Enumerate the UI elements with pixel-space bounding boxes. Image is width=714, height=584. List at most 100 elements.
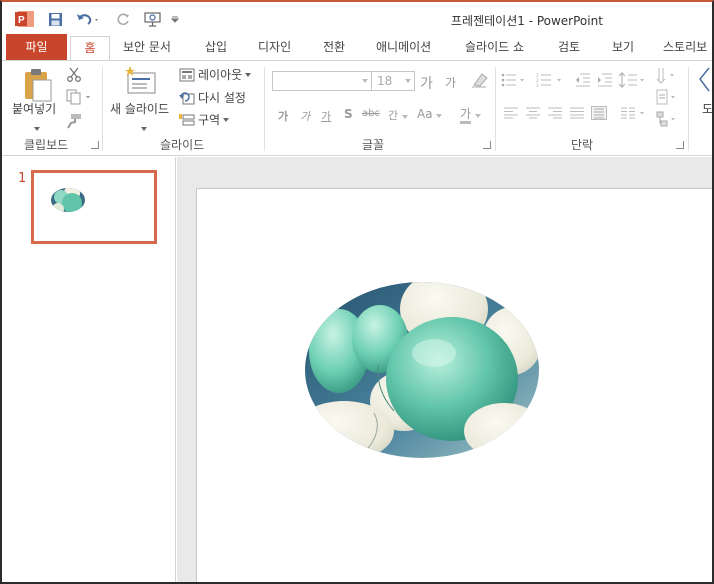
shapes-icon[interactable] xyxy=(697,67,713,93)
shrink-font-button[interactable]: 가 xyxy=(445,74,456,91)
tab-transitions[interactable]: 전환 xyxy=(323,36,345,60)
tab-file[interactable]: 파일 xyxy=(6,34,67,60)
align-text-icon[interactable] xyxy=(656,89,678,107)
change-case-label: Aa xyxy=(417,107,433,121)
font-dialog-launcher-icon[interactable] xyxy=(483,141,491,149)
paragraph-group-label: 단락 xyxy=(571,138,594,152)
reset-icon xyxy=(179,91,195,104)
ribbon: 붙여넣기 클립보드 새 슬라이드 레이아웃 다시 설정 구역 슬라이드 18 가… xyxy=(2,60,712,156)
powerpoint-window: P 프레젠테이션1 - PowerPoint 파일 홈 보안 문서 삽입 디자인… xyxy=(0,0,714,584)
tab-review[interactable]: 검토 xyxy=(558,36,580,60)
text-shadow-button[interactable]: S xyxy=(344,107,353,121)
justify-icon[interactable] xyxy=(569,107,585,119)
line-spacing-icon[interactable] xyxy=(619,72,647,88)
new-slide-button[interactable]: 새 슬라이드 xyxy=(110,100,169,117)
cut-icon[interactable] xyxy=(66,66,82,85)
tab-view[interactable]: 보기 xyxy=(612,36,634,60)
character-spacing-label: 간 xyxy=(388,109,399,122)
thumbnail-balloon-picture xyxy=(51,188,85,212)
slide-thumbnail[interactable] xyxy=(31,170,157,244)
powerpoint-logo-icon[interactable]: P xyxy=(15,10,35,28)
paragraph-dialog-launcher-icon[interactable] xyxy=(676,141,684,149)
numbering-icon[interactable]: 1 2 3 xyxy=(536,73,564,87)
customize-icon[interactable] xyxy=(168,10,182,28)
svg-text:P: P xyxy=(18,15,25,26)
layout-label: 레이아웃 xyxy=(198,68,243,82)
layout-icon xyxy=(179,68,195,81)
text-direction-icon[interactable] xyxy=(656,67,678,85)
increase-indent-icon[interactable] xyxy=(597,73,613,87)
save-icon[interactable] xyxy=(45,10,65,28)
slide-thumbnails-pane: 1 xyxy=(2,157,176,582)
svg-text:3: 3 xyxy=(536,83,539,87)
section-button[interactable]: 구역 xyxy=(179,111,230,128)
group-divider xyxy=(264,67,265,151)
format-painter-icon[interactable] xyxy=(66,113,82,132)
new-slide-dropdown-icon[interactable] xyxy=(141,120,147,134)
slideshow-icon[interactable] xyxy=(142,10,164,28)
clipboard-group-label: 클립보드 xyxy=(24,138,69,152)
bullets-icon[interactable] xyxy=(501,73,527,87)
underline-button[interactable]: 가 xyxy=(321,108,331,124)
convert-to-smartart-icon[interactable] xyxy=(656,111,678,129)
align-center-icon[interactable] xyxy=(525,107,541,119)
tab-home[interactable]: 홈 xyxy=(70,36,110,61)
title-bar: P 프레젠테이션1 - PowerPoint xyxy=(2,2,712,34)
section-label: 구역 xyxy=(198,113,221,127)
align-left-icon[interactable] xyxy=(503,107,519,119)
clear-formatting-icon[interactable] xyxy=(470,71,490,92)
tab-slide-show[interactable]: 슬라이드 쇼 xyxy=(465,36,524,60)
distributed-icon[interactable] xyxy=(591,106,607,120)
group-divider xyxy=(688,67,689,151)
tab-animations[interactable]: 애니메이션 xyxy=(376,36,431,60)
slide-editing-area xyxy=(177,157,712,582)
paste-icon[interactable] xyxy=(21,67,55,103)
group-divider xyxy=(102,67,103,151)
tab-design[interactable]: 디자인 xyxy=(258,36,291,60)
tab-storyboard[interactable]: 스토리보 xyxy=(663,36,707,60)
clipboard-dialog-launcher-icon[interactable] xyxy=(91,141,99,149)
font-name-dropdown-icon xyxy=(362,79,368,83)
new-slide-icon[interactable] xyxy=(124,66,158,99)
font-group-label: 글꼴 xyxy=(362,138,385,152)
change-case-button[interactable]: Aa xyxy=(417,107,443,121)
layout-button[interactable]: 레이아웃 xyxy=(179,66,252,83)
font-color-dropdown-icon xyxy=(474,114,481,118)
font-size-combo[interactable]: 18 xyxy=(371,71,415,91)
layout-dropdown-icon xyxy=(245,72,252,77)
character-spacing-dropdown-icon xyxy=(401,115,408,119)
section-dropdown-icon xyxy=(223,117,230,122)
strikethrough-button[interactable]: abc xyxy=(362,108,380,119)
font-size-value: 18 xyxy=(377,74,393,88)
paste-button[interactable]: 붙여넣기 xyxy=(12,100,56,117)
font-color-button[interactable]: 가 xyxy=(460,105,481,124)
copy-icon[interactable] xyxy=(66,89,92,108)
align-right-icon[interactable] xyxy=(547,107,563,119)
columns-icon[interactable] xyxy=(620,107,648,119)
ribbon-tabs: 파일 홈 보안 문서 삽입 디자인 전환 애니메이션 슬라이드 쇼 검토 보기 … xyxy=(2,34,712,61)
change-case-dropdown-icon xyxy=(436,114,443,118)
redo-icon[interactable] xyxy=(113,10,133,28)
undo-icon[interactable] xyxy=(74,10,102,28)
drawing-button[interactable]: 도 xyxy=(702,100,712,117)
font-size-dropdown-icon xyxy=(405,79,411,83)
decrease-indent-icon[interactable] xyxy=(575,73,591,87)
slides-group-label: 슬라이드 xyxy=(160,138,205,152)
tab-insert[interactable]: 삽입 xyxy=(205,36,227,60)
section-icon xyxy=(179,113,195,125)
grow-font-button[interactable]: 가 xyxy=(420,73,433,93)
reset-button[interactable]: 다시 설정 xyxy=(179,89,246,106)
italic-button[interactable]: 가 xyxy=(300,108,310,124)
reset-label: 다시 설정 xyxy=(198,91,246,105)
font-name-combo[interactable] xyxy=(272,71,372,91)
window-title: 프레젠테이션1 - PowerPoint xyxy=(451,14,603,28)
paste-dropdown-icon[interactable] xyxy=(34,120,40,134)
group-divider xyxy=(495,67,496,151)
slide-canvas[interactable] xyxy=(196,188,712,582)
bold-button[interactable]: 가 xyxy=(278,108,288,124)
character-spacing-button[interactable]: 간 xyxy=(388,107,408,123)
tab-security-document[interactable]: 보안 문서 xyxy=(123,36,171,60)
font-color-label: 가 xyxy=(460,107,472,124)
balloon-picture[interactable] xyxy=(304,281,540,459)
slide-number: 1 xyxy=(18,171,27,186)
